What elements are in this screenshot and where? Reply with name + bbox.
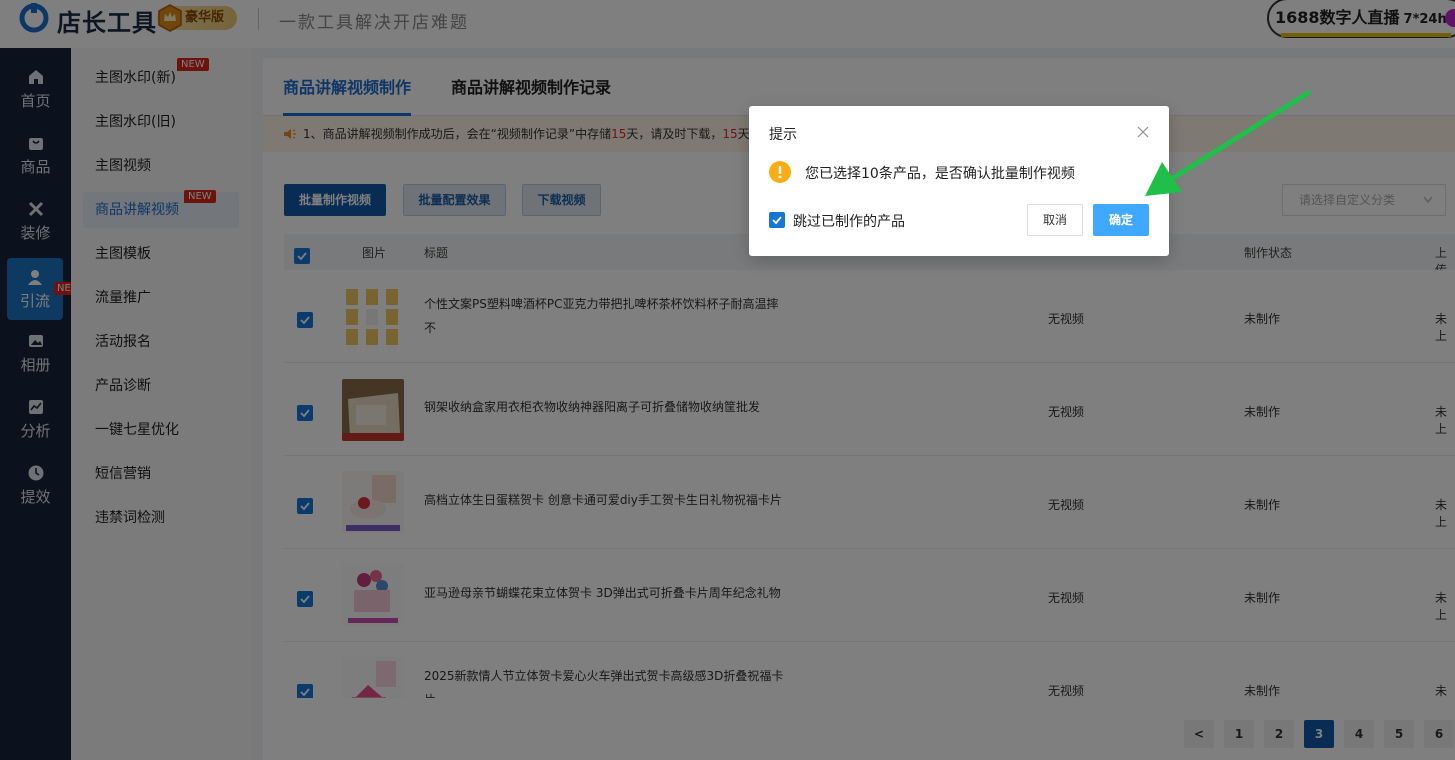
skip-made-checkbox[interactable] xyxy=(769,212,785,228)
skip-made-label[interactable]: 跳过已制作的产品 xyxy=(793,211,905,231)
cancel-button[interactable]: 取消 xyxy=(1027,204,1083,236)
annotation-arrow-icon xyxy=(1145,90,1311,196)
dialog-title: 提示 xyxy=(769,127,797,143)
dialog-message: 您已选择10条产品，是否确认批量制作视频 xyxy=(805,166,1075,182)
confirm-button[interactable]: 确定 xyxy=(1093,204,1149,236)
warning-icon xyxy=(769,161,791,183)
confirm-dialog: 提示 您已选择10条产品，是否确认批量制作视频 跳过已制作的产品 取消 确定 xyxy=(749,106,1169,256)
